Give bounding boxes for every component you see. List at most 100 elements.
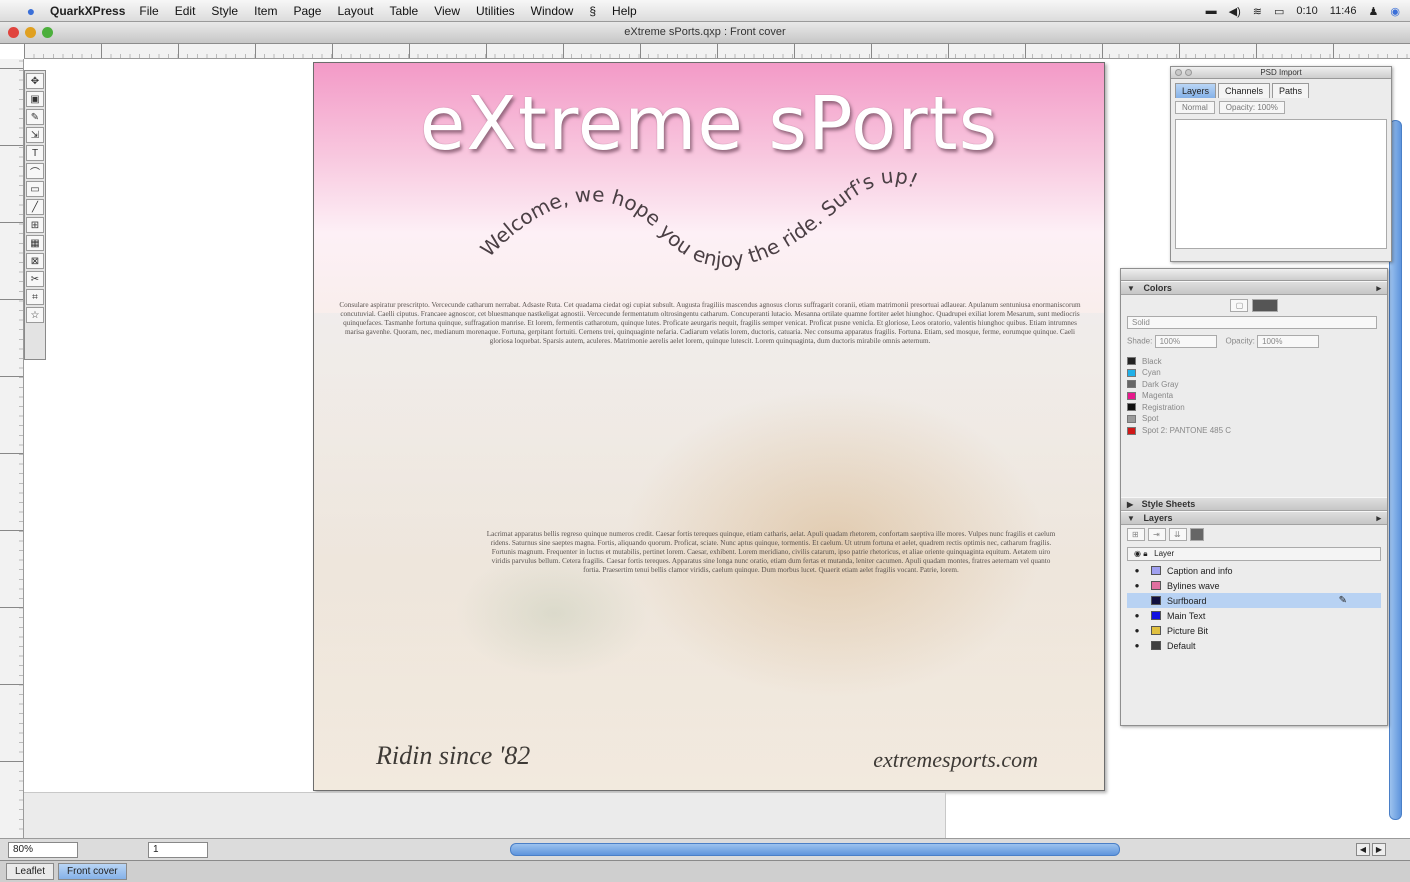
rotation-tool[interactable]: ✎ xyxy=(26,109,44,125)
menu-file[interactable]: File xyxy=(139,4,158,18)
opacity-field[interactable]: 100% xyxy=(1257,335,1320,348)
close-palette-icon[interactable] xyxy=(1175,69,1182,76)
blend-mode-select[interactable]: Normal xyxy=(1175,101,1215,114)
visibility-eye-icon[interactable]: ● xyxy=(1127,641,1147,650)
layout-page[interactable]: eXtreme sPorts Welcome, we hope you enjo… xyxy=(313,62,1105,791)
linking-tool[interactable]: ▦ xyxy=(26,235,44,251)
horizontal-scrollbar[interactable] xyxy=(510,843,1120,856)
visibility-eye-icon[interactable]: ● xyxy=(1127,626,1147,635)
scroll-right-icon[interactable]: ▶ xyxy=(1372,843,1386,856)
vertical-ruler[interactable] xyxy=(0,59,24,839)
visibility-eye-icon[interactable]: ● xyxy=(1127,566,1147,575)
move-item-icon[interactable]: ⇥ xyxy=(1148,528,1166,541)
swatch-row[interactable]: Spot xyxy=(1127,414,1381,424)
starburst-tool[interactable]: ☆ xyxy=(26,307,44,323)
swatch-row[interactable]: Magenta xyxy=(1127,391,1381,401)
spotlight-icon[interactable]: ◉ xyxy=(1390,5,1400,18)
disclosure-triangle-icon[interactable]: ▼ xyxy=(1127,284,1135,293)
menu-style[interactable]: Style xyxy=(211,4,238,18)
minimize-palette-icon[interactable] xyxy=(1185,69,1192,76)
tab-leaflet[interactable]: Leaflet xyxy=(6,863,55,880)
frame-color-icon[interactable]: ▢ xyxy=(1230,299,1249,312)
disclosure-triangle-icon[interactable]: ▶ xyxy=(1127,500,1133,509)
layer-row[interactable]: ● Picture Bit xyxy=(1127,623,1381,638)
wifi-icon[interactable]: ≋ xyxy=(1253,5,1262,18)
swatch-row[interactable]: Black xyxy=(1127,356,1381,366)
menu-window[interactable]: Window xyxy=(531,4,574,18)
menu-edit[interactable]: Edit xyxy=(175,4,196,18)
volume-icon[interactable]: ◀) xyxy=(1229,5,1241,18)
delete-layer-icon[interactable] xyxy=(1190,528,1204,541)
pasteboard[interactable] xyxy=(24,792,946,838)
page-number-field[interactable]: 1 xyxy=(148,841,208,858)
fill-color-icon[interactable] xyxy=(1251,299,1278,312)
tab-paths[interactable]: Paths xyxy=(1272,83,1310,98)
visibility-eye-icon[interactable]: ● xyxy=(1127,611,1147,620)
menu-view[interactable]: View xyxy=(434,4,460,18)
battery-icon[interactable]: ▭ xyxy=(1274,5,1284,18)
tab-layers[interactable]: Layers xyxy=(1175,83,1217,98)
menu-utilities[interactable]: Utilities xyxy=(476,4,515,18)
psd-palette-title: PSD Import xyxy=(1260,68,1302,77)
swatch-row[interactable]: Dark Gray xyxy=(1127,379,1381,389)
tab-channels[interactable]: Channels xyxy=(1218,83,1271,98)
layer-row[interactable]: ● Main Text xyxy=(1127,608,1381,623)
psd-palette-titlebar[interactable]: PSD Import xyxy=(1171,67,1391,79)
text-box-tool[interactable]: T xyxy=(26,145,44,161)
colors-section-header[interactable]: ▼ Colors ▸ xyxy=(1121,281,1387,295)
zoom-field[interactable]: 80% xyxy=(8,841,78,858)
tab-front-cover[interactable]: Front cover xyxy=(58,863,127,880)
apple-menu-icon[interactable]: ● xyxy=(18,3,44,19)
unlinking-tool[interactable]: ⊠ xyxy=(26,253,44,269)
palette-menu-icon[interactable]: ▸ xyxy=(1376,512,1381,525)
menu-item[interactable]: Item xyxy=(254,4,277,18)
swatch-list[interactable]: Black Cyan Dark Gray Magenta Registration Spo… xyxy=(1127,356,1381,436)
script-menu-icon[interactable]: § xyxy=(589,4,596,18)
zoom-tool[interactable]: ⇲ xyxy=(26,127,44,143)
grid-tool[interactable]: ⌗ xyxy=(26,289,44,305)
layers-list[interactable]: ● Caption and info ● Bylines wave Surfboard ✎… xyxy=(1127,563,1381,653)
style-sheets-section-header[interactable]: ▶ Style Sheets xyxy=(1121,497,1387,511)
psd-layers-list[interactable] xyxy=(1175,119,1387,249)
menu-table[interactable]: Table xyxy=(390,4,419,18)
shade-field[interactable]: 100% xyxy=(1154,335,1217,348)
menu-page[interactable]: Page xyxy=(293,4,321,18)
palette-menu-icon[interactable]: ▸ xyxy=(1376,282,1381,295)
tagline-text[interactable]: Ridin since '82 xyxy=(376,741,530,771)
user-icon[interactable]: ♟ xyxy=(1369,5,1379,18)
layer-row[interactable]: Surfboard ✎ xyxy=(1127,593,1381,608)
item-tool[interactable]: ✥ xyxy=(26,73,44,89)
swatch-row[interactable]: Cyan xyxy=(1127,368,1381,378)
body-text-top[interactable]: Consulare aspiratur prescritpto. Vercecu… xyxy=(338,301,1082,346)
website-text[interactable]: extremesports.com xyxy=(873,747,1038,773)
swatch-row[interactable]: Registration xyxy=(1127,402,1381,412)
layers-section-header[interactable]: ▼ Layers ▸ xyxy=(1121,511,1387,525)
scissors-tool[interactable]: ✂ xyxy=(26,271,44,287)
layer-row[interactable]: ● Bylines wave xyxy=(1127,578,1381,593)
merge-layers-icon[interactable]: ⇊ xyxy=(1169,528,1187,541)
menu-layout[interactable]: Layout xyxy=(337,4,373,18)
scroll-left-icon[interactable]: ◀ xyxy=(1356,843,1370,856)
content-tool[interactable]: ▣ xyxy=(26,91,44,107)
line-tool[interactable]: ╱ xyxy=(26,199,44,215)
wave-text[interactable]: Welcome, we hope you enjoy the ride. Sur… xyxy=(475,164,921,272)
clock[interactable]: 11:46 xyxy=(1330,5,1357,17)
swatch-row[interactable]: Spot 2: PANTONE 485 C xyxy=(1127,426,1381,436)
disclosure-triangle-icon[interactable]: ▼ xyxy=(1127,514,1135,523)
picture-box-tool[interactable]: ▭ xyxy=(26,181,44,197)
table-tool[interactable]: ⊞ xyxy=(26,217,44,233)
wave-text-path[interactable]: Welcome, we hope you enjoy the ride. Sur… xyxy=(314,63,1105,303)
app-menu[interactable]: QuarkXPress xyxy=(50,4,125,18)
opacity-field[interactable]: Opacity: 100% xyxy=(1218,101,1285,114)
layer-row[interactable]: ● Caption and info xyxy=(1127,563,1381,578)
horizontal-ruler[interactable] xyxy=(24,44,1410,59)
body-text-bottom[interactable]: Lacrimat apparatus bellis regreso quinqu… xyxy=(484,530,1058,575)
display-icon[interactable]: ▬ xyxy=(1206,5,1217,17)
visibility-eye-icon[interactable]: ● xyxy=(1127,581,1147,590)
text-path-tool[interactable]: ⌒ xyxy=(26,163,44,179)
new-layer-icon[interactable]: ⊞ xyxy=(1127,528,1145,541)
layer-row[interactable]: ● Default xyxy=(1127,638,1381,653)
menu-help[interactable]: Help xyxy=(612,4,637,18)
color-mode-select[interactable]: Solid xyxy=(1127,316,1377,329)
palette-group-titlebar[interactable] xyxy=(1121,269,1387,281)
